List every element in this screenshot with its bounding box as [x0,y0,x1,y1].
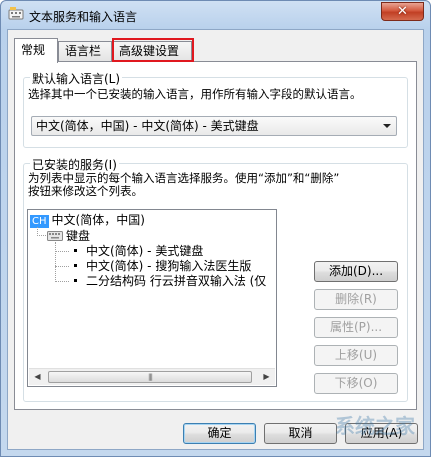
services-tree[interactable]: CH 中文(简体，中国) 键盘 中文(简体) - 美式键盘 中文(简体) - 搜… [27,209,277,387]
move-down-button[interactable]: 下移(O) [314,373,398,394]
tree-connector [37,235,46,236]
tree-keyboard-node[interactable]: 键盘 [47,229,90,243]
tab-language-bar[interactable]: 语言栏 [58,41,112,62]
keyboard-icon [47,230,63,241]
close-button[interactable]: ✕ [381,2,424,21]
tree-connector [55,281,69,282]
service-name: 二分结构码 行云拼音双输入法 (仅 [86,274,267,288]
list-bullet [74,249,77,252]
tab-general[interactable]: 常规 [14,38,58,63]
scrollbar-thumb[interactable]: ||| [48,371,252,383]
remove-button[interactable]: 删除(R) [314,289,398,310]
chevron-down-icon [383,124,391,128]
arrow-right-icon[interactable]: ▶ [258,369,275,385]
title-bar[interactable]: 文本服务和输入语言 ✕ [1,1,430,29]
properties-button[interactable]: 属性(P)... [314,317,398,338]
tree-service-item[interactable]: 中文(简体) - 美式键盘 [86,244,203,258]
tree-connector [55,266,69,267]
watermark-logo: 系统之家 [335,414,415,438]
default-language-value: 中文(简体，中国) - 中文(简体) - 美式键盘 [36,119,259,133]
text-services-icon [8,7,24,21]
add-button[interactable]: 添加(D)... [314,261,398,282]
installed-services-group: 已安装的服务(I) 为列表中显示的每个输入语言选择服务。使用“添加”和“删除” … [23,156,408,402]
list-bullet [74,264,77,267]
default-language-description: 选择其中一个已安装的输入语言，用作所有输入字段的默认语言。 [28,87,362,101]
service-name: 中文(简体) - 美式键盘 [86,244,204,258]
tab-label: 语言栏 [65,44,102,58]
default-language-select[interactable]: 中文(简体，中国) - 中文(简体) - 美式键盘 [31,116,397,136]
tab-panel-general: 默认输入语言(L) 选择其中一个已安装的输入语言，用作所有输入字段的默认语言。 … [14,61,417,410]
tree-connector [55,251,69,252]
grip-icon: ||| [147,373,153,381]
tree-language-node[interactable]: CH 中文(简体，中国) [30,213,145,228]
tree-connector [55,242,56,282]
dialog-window: 文本服务和输入语言 ✕ 常规 语言栏 高级键设置 默认输入语言(L) 选择其中一… [0,0,431,457]
keyboard-group-name: 键盘 [66,229,91,243]
service-name: 中文(简体) - 搜狗输入法医生版 [86,259,252,273]
list-bullet [74,279,77,282]
tree-service-item[interactable]: 中文(简体) - 搜狗输入法医生版 [86,259,251,273]
default-language-label: 默认输入语言(L) [30,70,123,87]
language-name: 中文(简体，中国) [51,213,145,227]
highlight-box [112,38,194,62]
arrow-left-icon[interactable]: ◀ [29,369,46,385]
default-language-group: 默认输入语言(L) 选择其中一个已安装的输入语言，用作所有输入字段的默认语言。 … [23,70,408,148]
close-icon: ✕ [397,4,408,19]
horizontal-scrollbar[interactable]: ◀ ||| ▶ [29,368,275,385]
tree-service-item[interactable]: 二分结构码 行云拼音双输入法 (仅 [86,274,266,288]
move-up-button[interactable]: 上移(U) [314,345,398,366]
services-description-line2: 按钮来修改这个列表。 [28,184,143,198]
window-title: 文本服务和输入语言 [29,10,138,24]
tab-label: 常规 [21,43,46,57]
language-badge: CH [30,215,49,228]
dialog-client: 常规 语言栏 高级键设置 默认输入语言(L) 选择其中一个已安装的输入语言，用作… [7,29,424,450]
cancel-button[interactable]: 取消 [264,423,337,444]
ok-button[interactable]: 确定 [183,423,256,444]
